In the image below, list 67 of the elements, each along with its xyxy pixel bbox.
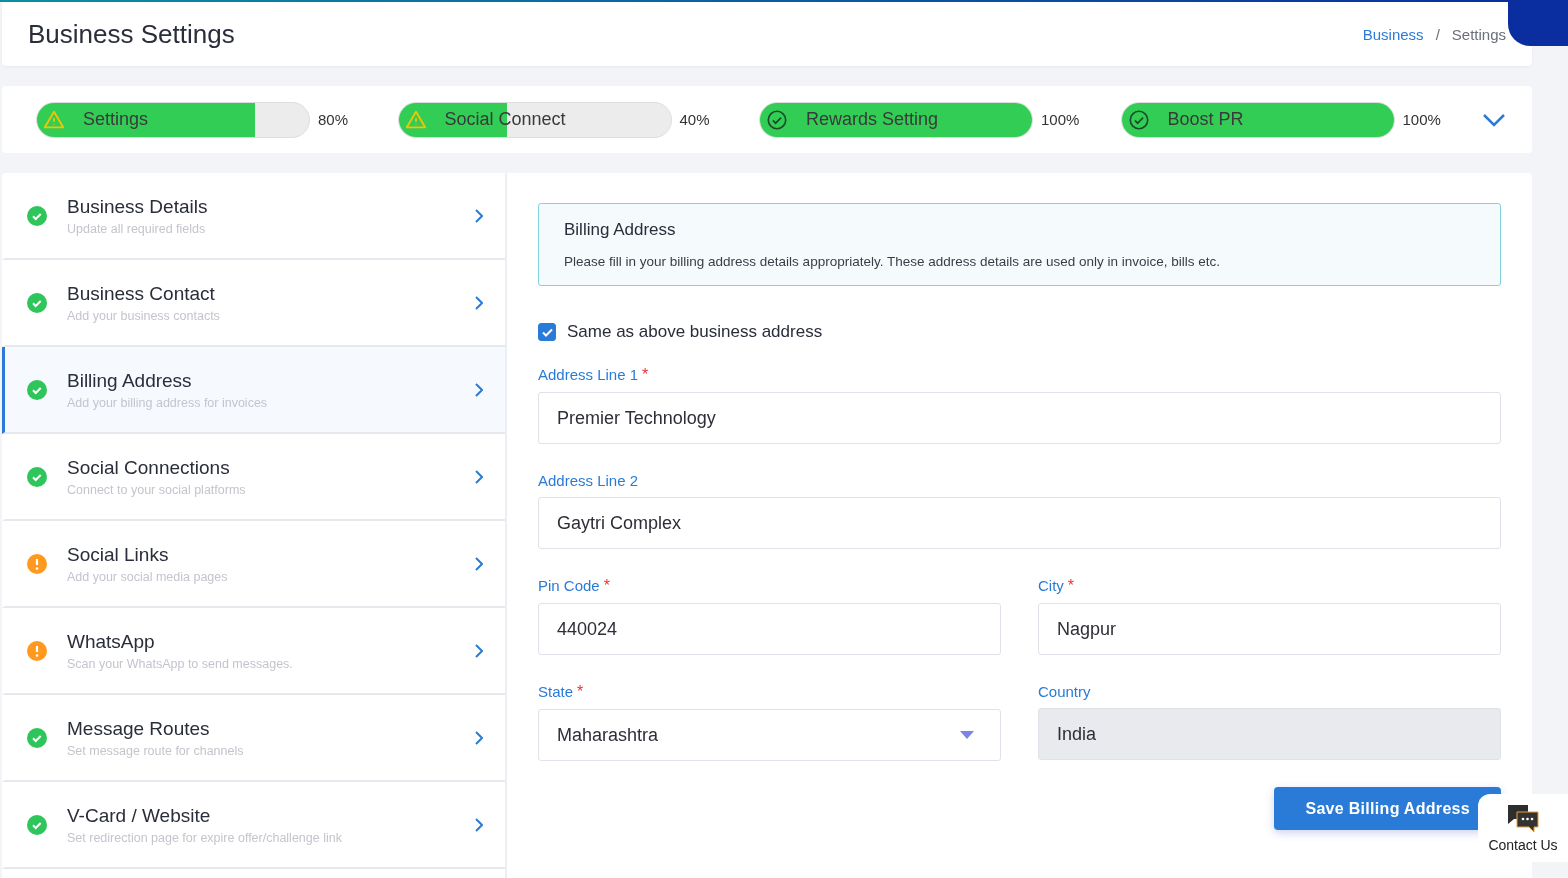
chevron-right-icon [475,382,483,397]
required-marker: * [642,366,649,384]
step-title: Business Contact [67,282,216,305]
progress-percent: 40% [679,111,710,128]
info-text: Please fill in your billing address details appropriately. These address details are used only in invoice, bills etc. [564,254,1222,269]
progress-percent: 80% [318,111,349,128]
breadcrumb-separator: / [1435,25,1440,43]
select-field[interactable]: Maharashtra [538,709,1001,761]
required-marker: * [603,577,610,595]
page-title: Business Settings [28,18,235,50]
step-subtitle: Set message route for channels [67,743,245,758]
chat-bubbles-icon[interactable] [1506,803,1540,833]
input-field[interactable]: India [1038,708,1501,760]
chevron-right-icon [475,730,483,745]
step-title: Billing Address [67,369,193,392]
breadcrumb-current: Settings [1451,25,1506,43]
sidebar-item[interactable]: Business Details Update all required fields [2,173,505,260]
step-title: Message Routes [67,717,211,740]
checkbox-label: Same as above business address [567,322,823,342]
step-subtitle: Connect to your social platforms [67,482,247,497]
sidebar-item[interactable]: V-Card / Website Set redirection page for expire offer/challenge link [2,782,505,869]
required-marker: * [1067,577,1075,595]
chevron-right-icon [475,817,483,832]
step-subtitle: Scan your WhatsApp to send messages. [67,656,294,671]
breadcrumb-link[interactable]: Business [1362,25,1424,43]
caret-icon [960,731,974,739]
check-icon [541,327,553,337]
input-field[interactable]: 440024 [538,603,1001,655]
info-title: Billing Address [564,220,677,240]
field-label: City [1038,577,1064,595]
step-title: WhatsApp [67,630,156,653]
corner-decoration [1508,0,1568,46]
step-subtitle: Add your social media pages [67,569,229,584]
input-field[interactable]: Gaytri Complex [538,497,1501,549]
progress-label: Boost PR [1167,109,1244,130]
sidebar-item[interactable]: WhatsApp Scan your WhatsApp to send messages. [2,608,505,695]
chevron-right-icon [475,295,483,310]
step-title: Social Links [67,543,170,566]
step-title: Business Details [67,195,209,218]
field-label: State [538,683,574,701]
field-label: Pin Code [538,577,600,595]
sidebar-item[interactable]: Social Connections Connect to your social platforms [2,434,505,521]
progress-percent: 100% [1402,111,1441,128]
save-button[interactable]: Save Billing Address [1274,787,1501,830]
progress-label: Rewards Setting [806,109,939,130]
sidebar-item[interactable]: Social Links Add your social media pages [2,521,505,608]
chevron-right-icon [475,556,483,571]
checkbox[interactable] [538,323,556,341]
contact-label[interactable]: Contact Us [1488,837,1558,853]
chevron-right-icon [475,208,483,223]
required-marker: * [577,683,584,701]
chevron-down-icon[interactable] [1482,112,1506,127]
field-label: Country [1038,683,1091,700]
step-title: V-Card / Website [67,804,212,827]
input-field[interactable]: Premier Technology [538,392,1501,444]
step-subtitle: Update all required fields [67,221,207,236]
chevron-right-icon [475,643,483,658]
progress-percent: 100% [1041,111,1080,128]
sidebar-item[interactable]: Message Routes Set message route for channels [2,695,505,782]
chevron-right-icon [475,469,483,484]
step-title: Social Connections [67,456,231,479]
field-label: Address Line 1 [538,366,639,384]
step-subtitle: Set redirection page for expire offer/challenge link [67,830,343,845]
input-field[interactable]: Nagpur [1038,603,1501,655]
field-label: Address Line 2 [538,472,639,489]
step-subtitle: Add your business contacts [67,308,221,323]
progress-label: Settings [83,109,149,130]
